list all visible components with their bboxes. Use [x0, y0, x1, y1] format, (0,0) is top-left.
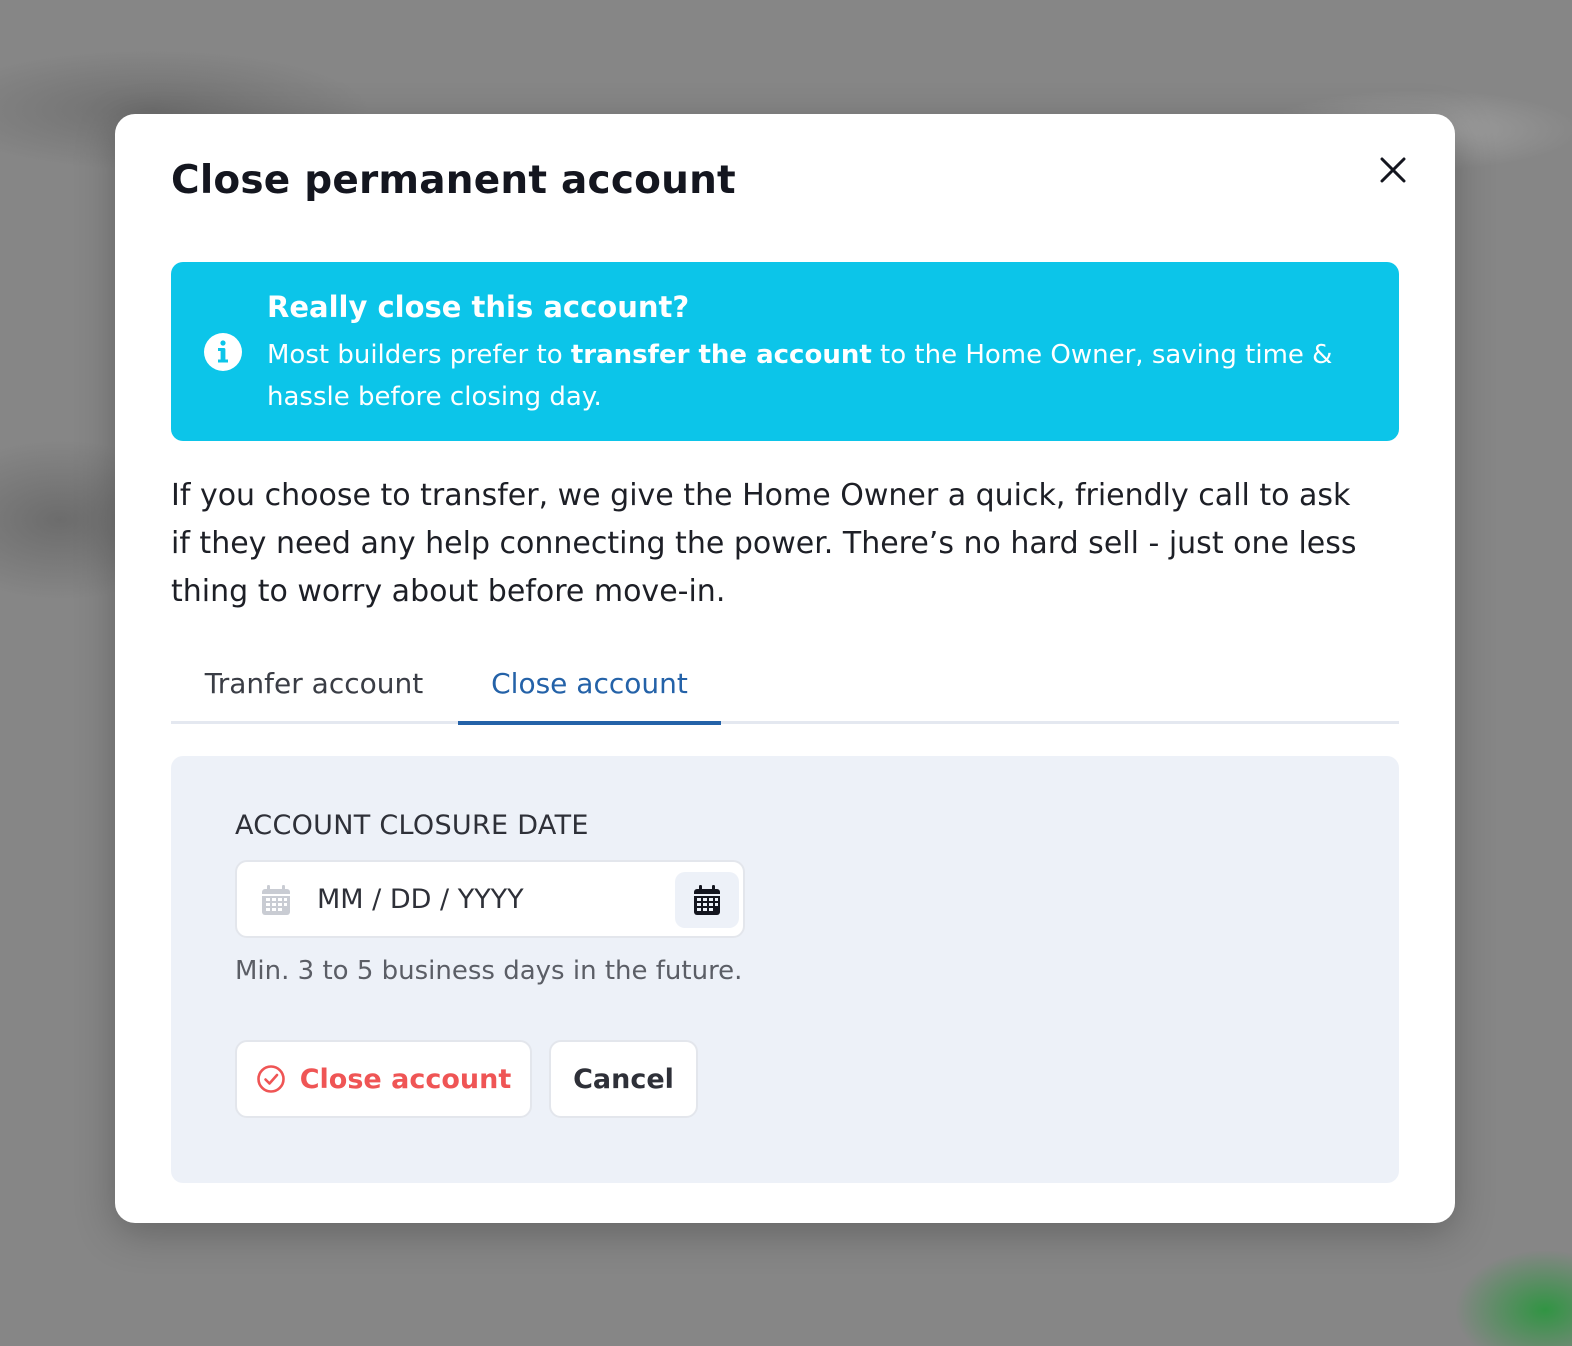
open-date-picker-button[interactable]	[675, 872, 739, 928]
account-action-tabs: Tranfer account Close account	[171, 642, 1399, 725]
calendar-icon	[694, 885, 720, 915]
check-circle-icon	[256, 1065, 285, 1093]
close-account-button-label: Close account	[299, 1063, 512, 1095]
alert-message-prefix: Most builders prefer to	[267, 340, 571, 370]
closure-date-hint: Min. 3 to 5 business days in the future.	[235, 956, 743, 986]
close-icon	[1380, 157, 1406, 183]
info-icon	[204, 333, 242, 371]
alert-title: Really close this account?	[267, 290, 690, 324]
alert-message-emphasis: transfer the account	[570, 340, 872, 370]
closure-date-input[interactable]	[317, 876, 657, 922]
calendar-icon	[262, 885, 290, 915]
close-account-button[interactable]: Close account	[235, 1040, 532, 1118]
modal-title: Close permanent account	[171, 158, 736, 203]
tab-close-account[interactable]: Close account	[458, 642, 721, 725]
warning-alert: Really close this account? Most builders…	[171, 262, 1399, 441]
close-account-modal: Close permanent account Really close thi…	[115, 114, 1455, 1223]
tab-transfer-account[interactable]: Tranfer account	[171, 642, 457, 724]
intro-text: If you choose to transfer, we give the H…	[171, 478, 1357, 609]
close-account-panel: ACCOUNT CLOSURE DATE MM / DD / YYYY Min.…	[171, 756, 1399, 1183]
alert-message: Most builders prefer to transfer the acc…	[267, 334, 1367, 418]
closure-date-label: ACCOUNT CLOSURE DATE	[235, 810, 589, 841]
cancel-button[interactable]: Cancel	[549, 1040, 698, 1118]
closure-date-field[interactable]	[235, 860, 745, 938]
close-modal-button[interactable]	[1373, 150, 1413, 190]
